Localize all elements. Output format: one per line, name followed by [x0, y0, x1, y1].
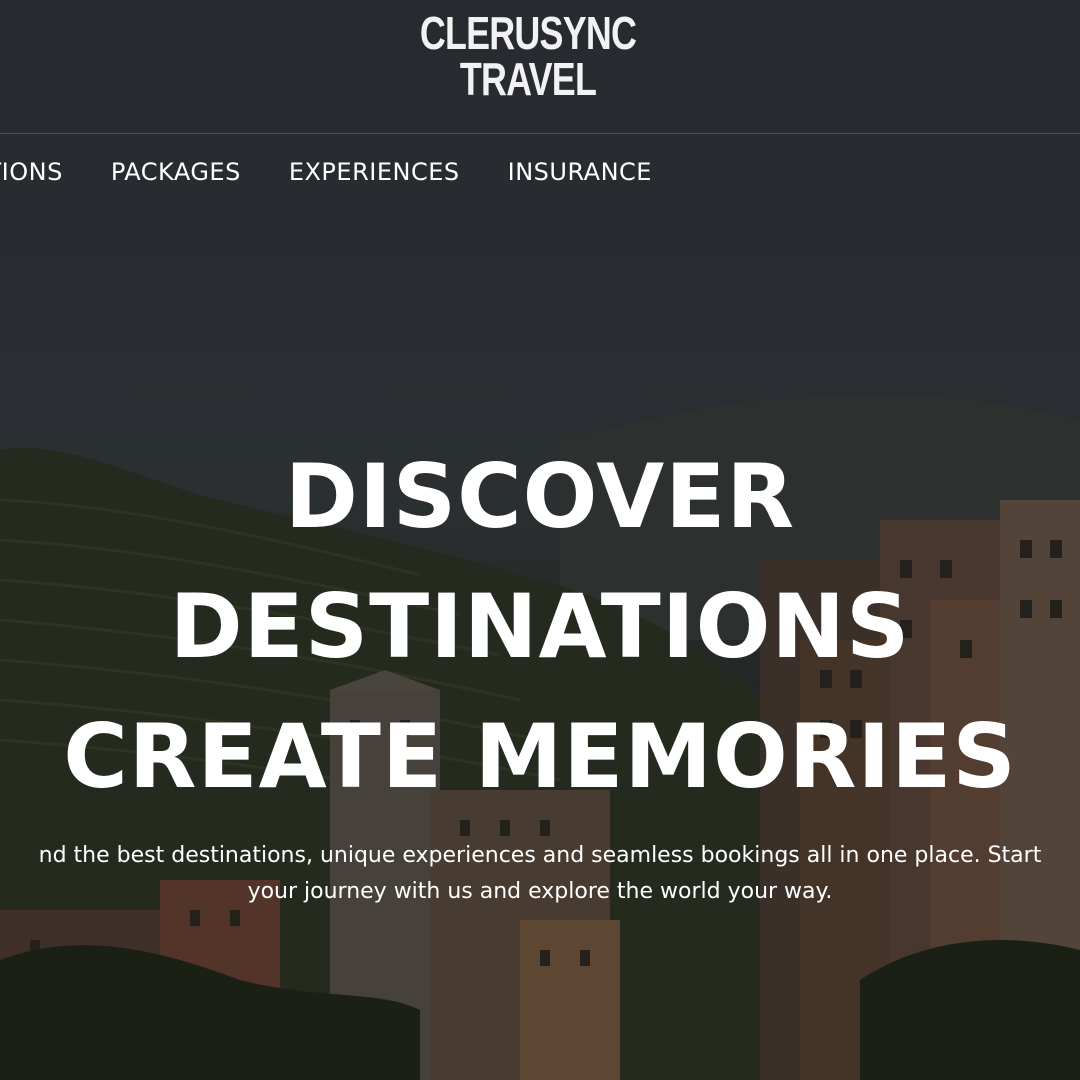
hero-title: DISCOVER DESTINATIONS CREATE MEMORIES	[0, 432, 1080, 822]
hero-title-line: DISCOVER	[284, 445, 796, 548]
nav-item-destinations[interactable]: NATIONS	[0, 154, 63, 190]
landing-page: CLERUSYNC TRAVEL NATIONS PACKAGES EXPERI…	[0, 0, 1080, 1080]
brand-logo[interactable]: CLERUSYNC TRAVEL	[116, 10, 940, 102]
nav-item-insurance[interactable]: INSURANCE	[508, 154, 652, 190]
nav-item-experiences[interactable]: EXPERIENCES	[289, 154, 460, 190]
brand-name-line-2: TRAVEL	[459, 53, 597, 105]
hero-subtitle-line: nd the best destinations, unique experie…	[38, 843, 1042, 868]
hero-subtitle-line: your journey with us and explore the wor…	[247, 879, 833, 904]
brand-name-line-1: CLERUSYNC	[419, 7, 637, 59]
hero-title-line: DESTINATIONS	[169, 575, 911, 678]
hero-title-line: CREATE MEMORIES	[63, 705, 1017, 808]
main-nav: NATIONS PACKAGES EXPERIENCES INSURANCE	[0, 154, 652, 190]
hero-subtitle: nd the best destinations, unique experie…	[0, 838, 1080, 910]
nav-item-packages[interactable]: PACKAGES	[111, 154, 241, 190]
site-header: CLERUSYNC TRAVEL	[0, 0, 1080, 134]
